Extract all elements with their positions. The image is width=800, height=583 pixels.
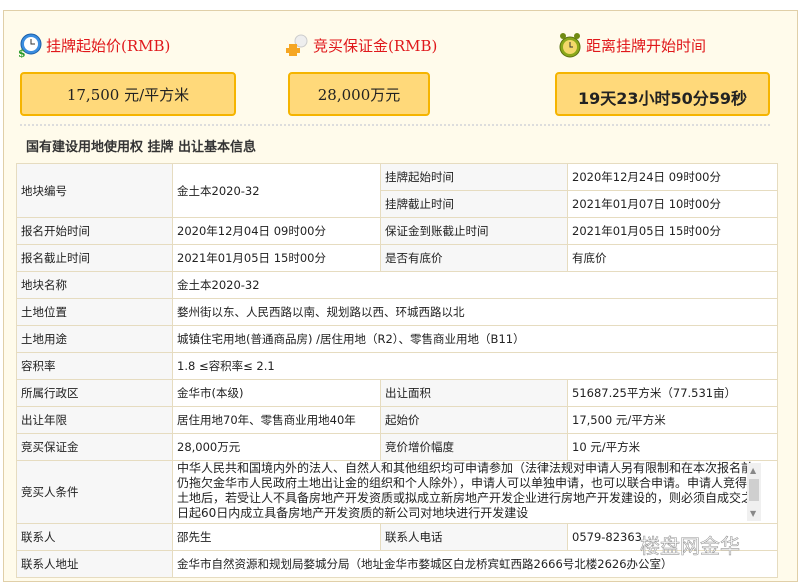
plot-name-value: 金土本2020-32 xyxy=(172,271,778,299)
area-value: 51687.25平方米（77.531亩） xyxy=(567,379,778,407)
table-row: 地块名称 金土本2020-32 xyxy=(16,271,778,299)
deposit-label-cell: 竞买保证金 xyxy=(16,433,173,461)
conditions-scrollbar[interactable]: ▲ ▼ xyxy=(747,463,761,521)
phone-label: 联系人电话 xyxy=(380,523,568,551)
deposit-value: 28,000万元 xyxy=(317,85,401,104)
contact-value: 邵先生 xyxy=(172,523,381,551)
contact-label: 联系人 xyxy=(16,523,173,551)
area-label: 出让面积 xyxy=(380,379,568,407)
list-start-value: 2020年12月24日 09时00分 xyxy=(567,163,778,191)
plot-no-label: 地块编号 xyxy=(16,163,173,218)
deposit-deadline-value: 2021年01月05日 15时00分 xyxy=(567,217,778,245)
land-info-table: 地块编号 金土本2020-32 挂牌起始时间 2020年12月24日 09时00… xyxy=(16,163,778,578)
start-price-box: 17,500 元/平方米 xyxy=(20,72,236,116)
usage-value: 城镇住宅用地(普通商品房) /居住用地（R2）、零售商业用地（B11） xyxy=(172,325,778,353)
scroll-up-icon[interactable]: ▲ xyxy=(750,463,756,478)
term-value: 居住用地70年、零售商业用地40年 xyxy=(172,406,381,434)
list-end-value: 2021年01月07日 10时00分 xyxy=(567,190,778,218)
address-label: 联系人地址 xyxy=(16,550,173,578)
deposit-value-cell: 28,000万元 xyxy=(172,433,381,461)
reserve-value: 有底价 xyxy=(567,244,778,272)
conditions-cell: 中华人民共和国境内外的法人、自然人和其他组织均可申请参加（法律法规对申请人另有限… xyxy=(172,460,778,524)
table-row: 竞买保证金 28,000万元 竞价增价幅度 10 元/平方米 xyxy=(16,433,778,461)
plot-name-label: 地块名称 xyxy=(16,271,173,299)
divider xyxy=(20,124,770,126)
table-row: 报名开始时间 2020年12月04日 09时00分 保证金到账截止时间 2021… xyxy=(16,217,778,245)
far-value: 1.8 ≤容积率≤ 2.1 xyxy=(172,352,778,380)
scroll-down-icon[interactable]: ▼ xyxy=(750,506,756,521)
alarm-clock-icon xyxy=(558,32,582,58)
section-title: 国有建设用地使用权 挂牌 出让基本信息 xyxy=(26,140,257,155)
usage-label: 土地用途 xyxy=(16,325,173,353)
table-row: 竞买人条件 中华人民共和国境内外的法人、自然人和其他组织均可申请参加（法律法规对… xyxy=(16,460,778,524)
location-label: 土地位置 xyxy=(16,298,173,326)
table-row: 报名截止时间 2021年01月05日 15时00分 是否有底价 有底价 xyxy=(16,244,778,272)
table-row: 土地位置 婺州街以东、人民西路以南、规划路以西、环城西路以北 xyxy=(16,298,778,326)
money-bag-icon xyxy=(285,32,309,58)
district-value: 金华市(本级) xyxy=(172,379,381,407)
list-end-label: 挂牌截止时间 xyxy=(380,190,568,218)
conditions-label: 竞买人条件 xyxy=(16,460,173,524)
table-row: 容积率 1.8 ≤容积率≤ 2.1 xyxy=(16,352,778,380)
scrollbar-thumb[interactable] xyxy=(749,479,759,501)
deposit-box: 28,000万元 xyxy=(288,72,430,116)
reg-end-value: 2021年01月05日 15时00分 xyxy=(172,244,381,272)
location-value: 婺州街以东、人民西路以南、规划路以西、环城西路以北 xyxy=(172,298,778,326)
reg-start-label: 报名开始时间 xyxy=(16,217,173,245)
table-row: 土地用途 城镇住宅用地(普通商品房) /居住用地（R2）、零售商业用地（B11） xyxy=(16,325,778,353)
list-start-label: 挂牌起始时间 xyxy=(380,163,568,191)
table-row: 所属行政区 金华市(本级) 出让面积 51687.25平方米（77.531亩） xyxy=(16,379,778,407)
start-price-value-cell: 17,500 元/平方米 xyxy=(567,406,778,434)
deposit-deadline-label: 保证金到账截止时间 xyxy=(380,217,568,245)
countdown-value: 19天23小时50分59秒 xyxy=(577,89,748,108)
plot-no-value: 金土本2020-32 xyxy=(172,163,381,218)
countdown-label: 距离挂牌开始时间 xyxy=(586,36,707,55)
deposit-header: 竞买保证金(RMB) xyxy=(285,32,437,58)
countdown-header: 距离挂牌开始时间 xyxy=(558,32,706,58)
conditions-text[interactable]: 中华人民共和国境内外的法人、自然人和其他组织均可申请参加（法律法规对申请人另有限… xyxy=(174,462,777,523)
reg-start-value: 2020年12月04日 09时00分 xyxy=(172,217,381,245)
table-row: 地块编号 金土本2020-32 挂牌起始时间 2020年12月24日 09时00… xyxy=(16,163,778,218)
reg-end-label: 报名截止时间 xyxy=(16,244,173,272)
far-label: 容积率 xyxy=(16,352,173,380)
district-label: 所属行政区 xyxy=(16,379,173,407)
start-price-label-cell: 起始价 xyxy=(380,406,568,434)
start-price-header: $ 挂牌起始价(RMB) xyxy=(18,32,171,60)
countdown-box: 19天23小时50分59秒 xyxy=(555,72,770,116)
clock-money-icon: $ xyxy=(18,32,42,60)
increment-label: 竞价增价幅度 xyxy=(380,433,568,461)
start-price-label: 挂牌起始价(RMB) xyxy=(46,36,171,55)
table-row: 出让年限 居住用地70年、零售商业用地40年 起始价 17,500 元/平方米 xyxy=(16,406,778,434)
deposit-label: 竞买保证金(RMB) xyxy=(313,36,438,55)
increment-value: 10 元/平方米 xyxy=(567,433,778,461)
reserve-label: 是否有底价 xyxy=(380,244,568,272)
term-label: 出让年限 xyxy=(16,406,173,434)
start-price-value: 17,500 元/平方米 xyxy=(66,85,190,104)
watermark: 楼盘网金华 xyxy=(640,534,741,559)
svg-text:$: $ xyxy=(18,47,26,58)
